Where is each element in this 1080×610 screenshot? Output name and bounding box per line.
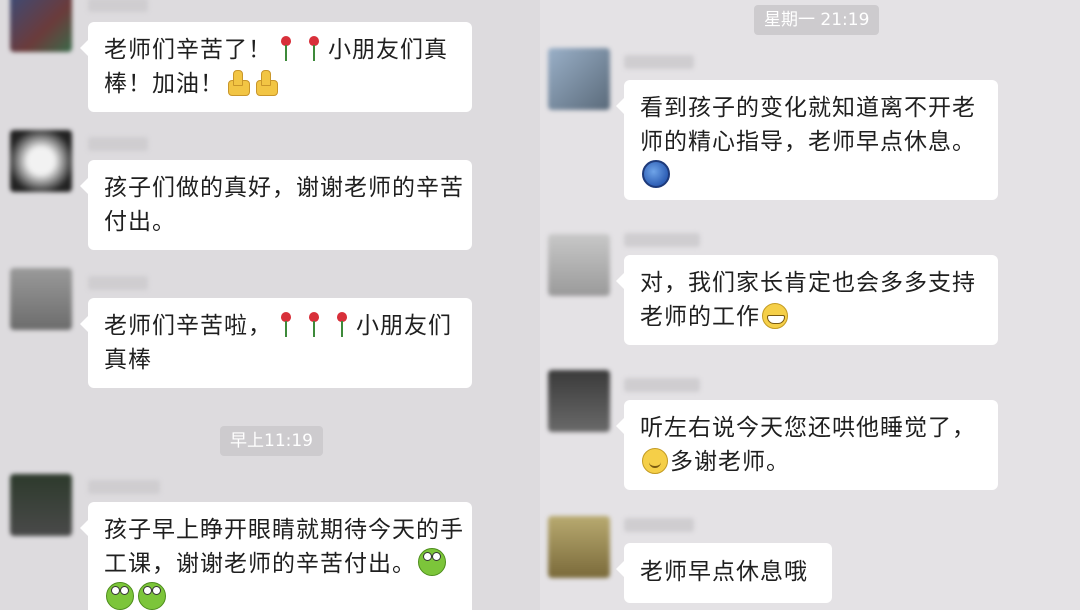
avatar[interactable]: [548, 370, 610, 432]
message-line: 师的精心指导，老师早点休息。: [640, 129, 976, 155]
avatar[interactable]: [10, 474, 72, 536]
message-bubble[interactable]: 孩子早上睁开眼睛就期待今天的手 工课，谢谢老师的辛苦付出。: [80, 502, 472, 610]
sender-name: [88, 480, 160, 494]
grin-icon: [762, 303, 788, 329]
message-bubble[interactable]: 对，我们家长肯定也会多多支持 老师的工作: [616, 255, 998, 345]
message-line: 老师的工作: [640, 300, 982, 334]
rose-icon: [278, 36, 294, 62]
message-line: 孩子早上睁开眼睛就期待今天的手: [104, 517, 464, 543]
message-bubble[interactable]: 老师们辛苦了！ 小朋友们真 棒！加油！: [80, 22, 472, 112]
rose-icon: [334, 312, 350, 338]
frog-icon: [106, 582, 134, 610]
avatar[interactable]: [10, 268, 72, 330]
message-bubble[interactable]: 老师们辛苦啦， 小朋友们 真棒: [80, 298, 472, 388]
message-line: 孩子们做的真好，谢谢老师的辛苦: [104, 175, 464, 201]
message-line: 听左右说今天您还哄他睡觉了，: [640, 415, 976, 441]
thumbs-up-icon: [254, 70, 278, 96]
message-line: 多谢老师。: [640, 445, 982, 479]
sender-name: [624, 233, 700, 247]
sender-name: [624, 55, 694, 69]
message-bubble[interactable]: 孩子们做的真好，谢谢老师的辛苦 付出。: [80, 160, 472, 250]
message-line: [104, 581, 456, 610]
message-bubble[interactable]: 看到孩子的变化就知道离不开老 师的精心指导，老师早点休息。: [616, 80, 998, 200]
avatar[interactable]: [10, 0, 72, 52]
rose-icon: [278, 312, 294, 338]
time-divider: 星期一 21:19: [754, 5, 880, 35]
message-bubble[interactable]: 听左右说今天您还哄他睡觉了， 多谢老师。: [616, 400, 998, 490]
thumbs-up-icon: [226, 70, 250, 96]
message-line: 老师们辛苦啦， 小朋友们: [104, 312, 452, 339]
sender-name: [88, 0, 148, 12]
avatar[interactable]: [548, 48, 610, 110]
time-divider: 早上11:19: [220, 426, 323, 456]
message-line: 棒！加油！: [104, 67, 456, 101]
message-line: 老师们辛苦了！ 小朋友们真: [104, 36, 448, 63]
avatar[interactable]: [548, 234, 610, 296]
frog-icon: [138, 582, 166, 610]
sender-name: [88, 137, 148, 151]
message-line: 付出。: [104, 209, 176, 235]
avatar[interactable]: [548, 516, 610, 578]
chat-pane-left[interactable]: 老师们辛苦了！ 小朋友们真 棒！加油！ 孩子们做的真好，谢谢老师的辛苦 付出。 老…: [0, 0, 540, 610]
message-bubble[interactable]: 老师早点休息哦: [616, 543, 832, 603]
globe-icon: [642, 160, 670, 188]
message-line: 真棒: [104, 347, 152, 373]
sender-name: [88, 276, 148, 290]
sender-name: [624, 518, 694, 532]
rose-icon: [306, 36, 322, 62]
chat-pane-right[interactable]: 星期一 21:19 看到孩子的变化就知道离不开老 师的精心指导，老师早点休息。 …: [540, 0, 1080, 610]
smile-icon: [642, 448, 668, 474]
message-line: 看到孩子的变化就知道离不开老: [640, 95, 976, 121]
rose-icon: [306, 312, 322, 338]
message-line: 对，我们家长肯定也会多多支持: [640, 270, 976, 296]
sender-name: [624, 378, 700, 392]
message-line: 老师早点休息哦: [640, 559, 808, 585]
message-line: [640, 159, 982, 193]
avatar[interactable]: [10, 130, 72, 192]
frog-icon: [418, 548, 446, 576]
message-line: 工课，谢谢老师的辛苦付出。: [104, 547, 456, 581]
